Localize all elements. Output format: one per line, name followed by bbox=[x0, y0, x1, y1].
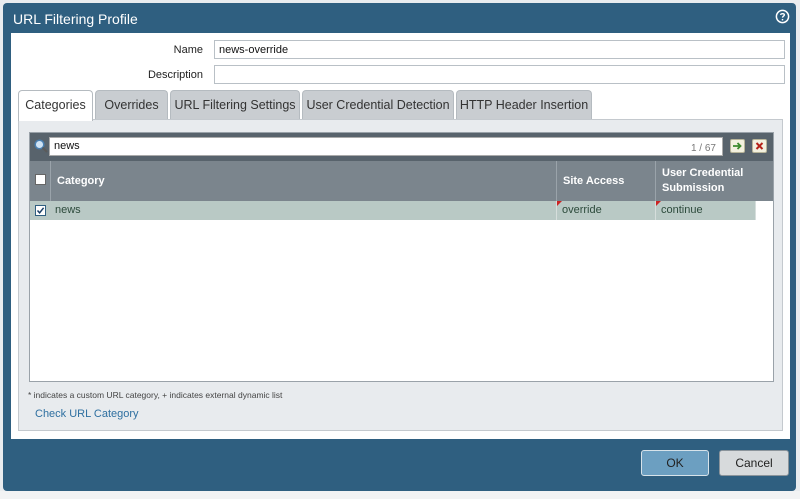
row-select-cell bbox=[30, 201, 51, 220]
search-icon bbox=[34, 139, 48, 153]
footnote: * indicates a custom URL category, + ind… bbox=[28, 390, 283, 400]
background-strip bbox=[0, 491, 800, 499]
tab-url-filtering-settings[interactable]: URL Filtering Settings bbox=[170, 90, 300, 119]
column-header-ucs-line1: User Credential bbox=[662, 167, 744, 179]
search-bar: news 1 / 67 bbox=[30, 133, 773, 161]
column-header-category-label: Category bbox=[57, 175, 105, 187]
ok-button[interactable]: OK bbox=[641, 450, 709, 476]
column-header-site-access-label: Site Access bbox=[563, 175, 625, 187]
tab-overrides[interactable]: Overrides bbox=[95, 90, 168, 119]
dialog-titlebar: URL Filtering Profile bbox=[3, 3, 796, 33]
arrow-right-icon bbox=[733, 142, 742, 150]
tab-user-credential-detection[interactable]: User Credential Detection bbox=[302, 90, 454, 119]
row-checkbox[interactable] bbox=[35, 205, 46, 216]
dialog-title: URL Filtering Profile bbox=[13, 11, 138, 27]
search-value: news bbox=[54, 140, 80, 152]
name-field[interactable]: news-override bbox=[214, 40, 785, 59]
url-filtering-profile-dialog: URL Filtering Profile Name news-override… bbox=[3, 3, 796, 491]
table-row[interactable]: news override continue bbox=[30, 201, 756, 220]
column-header-ucs-line2: Submission bbox=[662, 182, 725, 194]
editable-marker-icon bbox=[557, 201, 562, 206]
checkmark-icon bbox=[36, 207, 45, 214]
close-icon bbox=[755, 142, 764, 150]
description-field[interactable] bbox=[214, 65, 785, 84]
clear-filter-button[interactable] bbox=[752, 139, 767, 153]
site-access-value: override bbox=[562, 204, 602, 216]
tab-categories[interactable]: Categories bbox=[18, 90, 93, 121]
tab-http-header-insertion[interactable]: HTTP Header Insertion bbox=[456, 90, 592, 119]
name-label: Name bbox=[173, 44, 203, 56]
table-header: Category Site Access User Credential Sub… bbox=[30, 161, 773, 201]
dialog-content: Name news-override Description Categorie… bbox=[11, 33, 790, 439]
categories-panel: news 1 / 67 Category Site Access User Cr… bbox=[18, 119, 783, 431]
search-input[interactable]: news 1 / 67 bbox=[49, 137, 723, 156]
column-header-user-credential-submission[interactable]: User Credential Submission bbox=[656, 161, 773, 201]
help-circle-icon[interactable] bbox=[775, 9, 790, 24]
category-cell: news bbox=[51, 201, 557, 220]
select-all-checkbox[interactable] bbox=[35, 174, 46, 185]
categories-grid: news 1 / 67 Category Site Access User Cr… bbox=[29, 132, 774, 382]
site-access-cell[interactable]: override bbox=[557, 201, 656, 220]
editable-marker-icon bbox=[656, 201, 661, 206]
cancel-button[interactable]: Cancel bbox=[719, 450, 789, 476]
column-header-category[interactable]: Category bbox=[51, 161, 557, 201]
search-result-count: 1 / 67 bbox=[690, 143, 716, 154]
check-url-category-link[interactable]: Check URL Category bbox=[35, 408, 139, 420]
select-all-cell bbox=[30, 161, 51, 201]
column-header-site-access[interactable]: Site Access bbox=[557, 161, 656, 201]
user-credential-submission-cell[interactable]: continue bbox=[656, 201, 756, 220]
user-credential-submission-value: continue bbox=[661, 204, 703, 216]
description-label: Description bbox=[147, 69, 203, 81]
apply-filter-button[interactable] bbox=[730, 139, 745, 153]
